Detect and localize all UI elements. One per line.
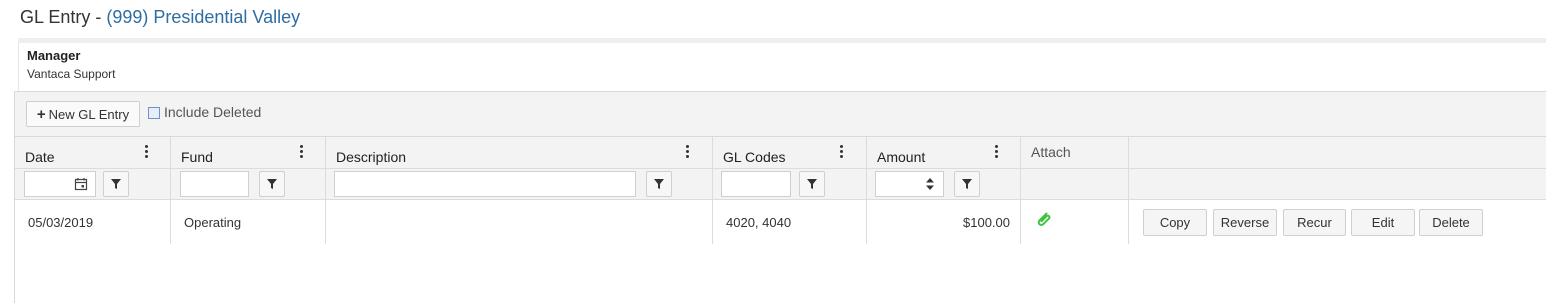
page-title: GL Entry - (999) Presidential Valley [20,7,300,28]
edit-button[interactable]: Edit [1351,209,1415,236]
row-amount: $100.00 [963,215,1010,230]
column-header-actions [1129,137,1546,168]
filter-cell-attach [1021,168,1129,200]
filter-cell-description [326,168,713,200]
column-header-attach: Attach [1021,137,1129,168]
column-header-gl-codes-label: GL Codes [723,149,786,165]
gl-entry-grid: + New GL Entry Include Deleted Date Fund… [14,91,1546,303]
copy-button[interactable]: Copy [1143,209,1207,236]
filter-icon[interactable] [646,171,672,197]
filter-cell-actions [1129,168,1546,200]
column-header-fund-label: Fund [181,149,213,165]
column-header-description-label: Description [336,149,407,165]
column-header-description[interactable]: Description [326,137,713,168]
manager-panel: Manager Vantaca Support [18,43,1546,91]
recur-button[interactable]: Recur [1283,209,1346,236]
filter-icon[interactable] [259,171,285,197]
spinner-arrows-icon[interactable] [925,177,935,191]
filter-cell-date [15,168,171,200]
column-header-amount[interactable]: Amount [867,137,1021,168]
reverse-button[interactable]: Reverse [1213,209,1277,236]
row-fund: Operating [184,215,242,230]
row-date: 05/03/2019 [28,215,94,230]
table-cell-amount: $100.00 [867,200,1021,244]
table-cell-gl-codes: 4020, 4040 [713,200,867,244]
manager-value: Vantaca Support [27,67,116,81]
description-filter-input[interactable] [334,171,636,197]
filter-cell-amount [867,168,1021,200]
calendar-icon[interactable] [74,177,88,191]
table-cell-description [326,200,713,244]
column-menu-icon[interactable] [300,145,306,161]
manager-label: Manager [27,48,81,63]
column-header-amount-label: Amount [877,149,926,165]
fund-filter-input[interactable] [180,171,249,197]
filter-cell-gl-codes [713,168,867,200]
property-link[interactable]: (999) Presidential Valley [106,7,300,27]
column-header-fund[interactable]: Fund [171,137,326,168]
filter-icon[interactable] [799,171,825,197]
filter-cell-fund [171,168,326,200]
column-menu-icon[interactable] [145,145,151,161]
new-gl-entry-label: New GL Entry [48,106,130,122]
grid-toolbar: + New GL Entry Include Deleted [15,92,1546,137]
table-cell-actions: Copy Reverse Recur Edit Delete [1129,200,1546,244]
plus-icon: + [36,105,46,123]
delete-button[interactable]: Delete [1419,209,1483,236]
filter-icon[interactable] [954,171,980,197]
include-deleted-checkbox[interactable] [148,107,160,119]
include-deleted-label[interactable]: Include Deleted [164,104,261,120]
paperclip-icon[interactable] [1035,210,1053,228]
column-menu-icon[interactable] [686,145,692,161]
column-header-date-label: Date [25,149,55,165]
filter-icon[interactable] [103,171,129,197]
column-header-attach-label: Attach [1031,144,1071,160]
row-gl-codes: 4020, 4040 [726,215,792,230]
column-menu-icon[interactable] [840,145,846,161]
amount-filter-input[interactable] [875,171,944,197]
table-cell-attach [1021,200,1129,244]
date-filter-input[interactable] [24,171,96,197]
gl-codes-filter-input[interactable] [721,171,791,197]
new-gl-entry-button[interactable]: + New GL Entry [26,101,140,127]
column-header-date[interactable]: Date [15,137,171,168]
table-cell-fund: Operating [171,200,326,244]
table-cell-date: 05/03/2019 [15,200,171,244]
column-header-gl-codes[interactable]: GL Codes [713,137,867,168]
column-menu-icon[interactable] [995,145,1001,161]
page-title-prefix: GL Entry - [20,7,107,27]
